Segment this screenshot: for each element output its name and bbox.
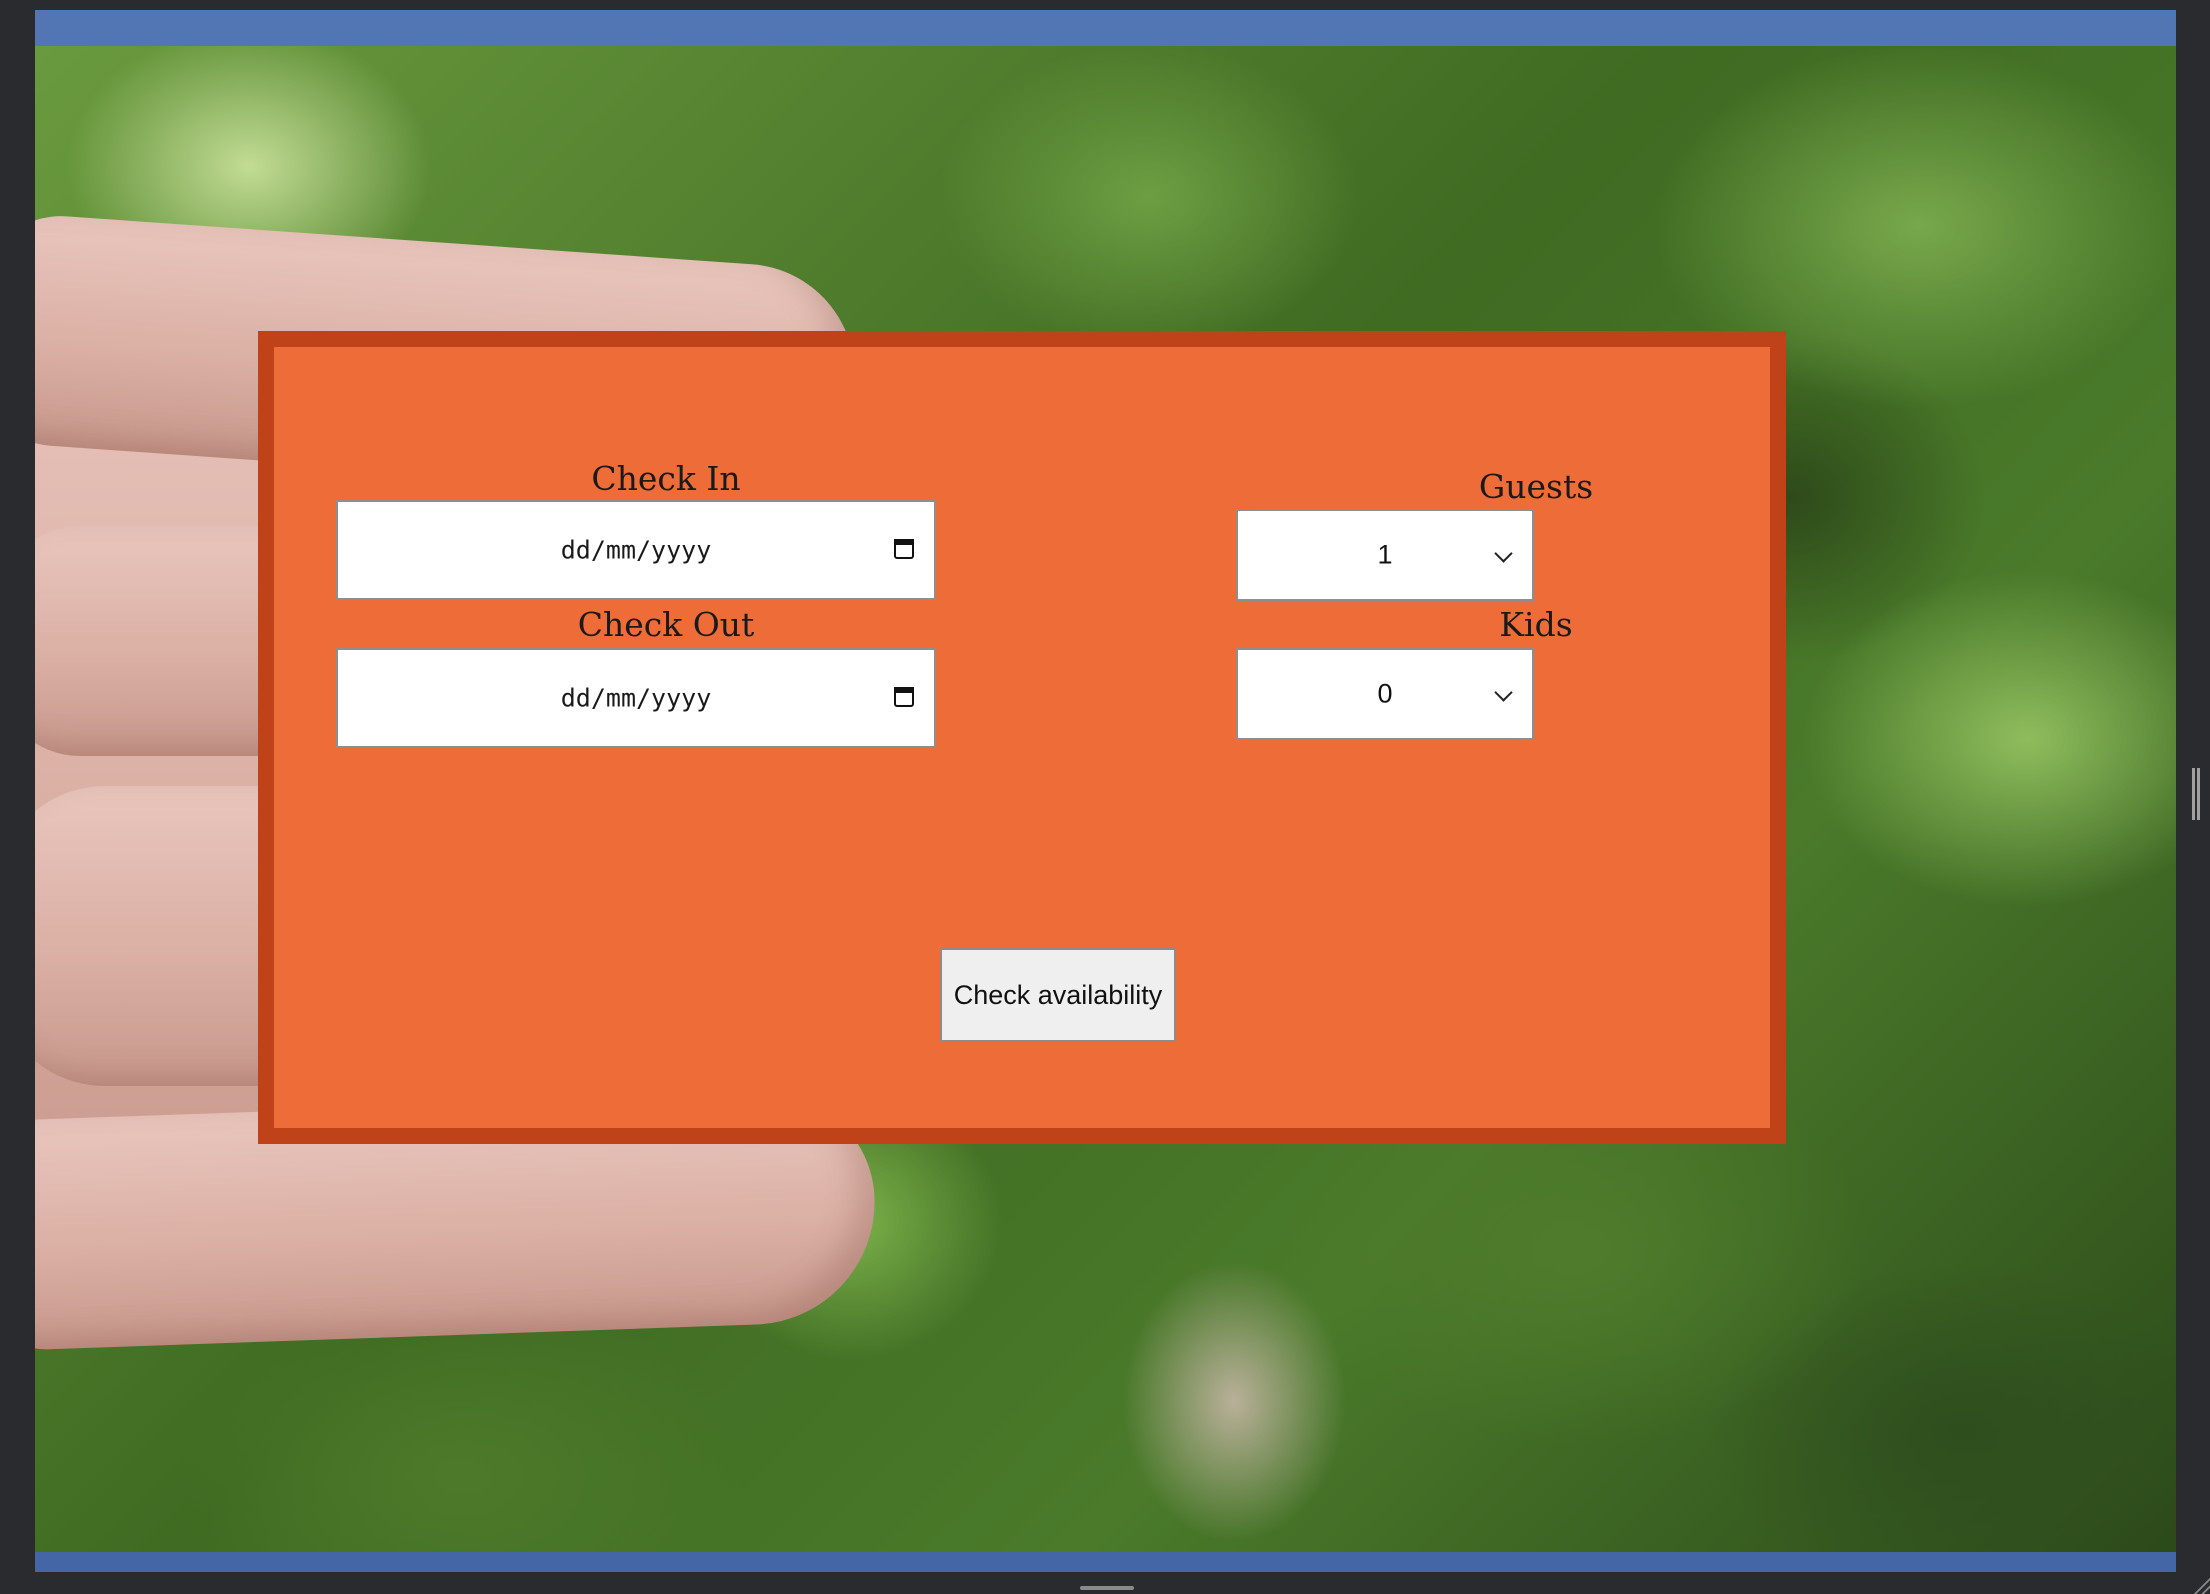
side-resize-handle[interactable]	[2192, 768, 2200, 820]
check-out-label: Check Out	[577, 605, 755, 644]
kids-label: Kids	[1499, 605, 1573, 644]
kids-select[interactable]: 0	[1236, 648, 1534, 740]
corner-resize-grip[interactable]	[2192, 1576, 2210, 1594]
guests-select[interactable]: 1	[1236, 509, 1534, 601]
calendar-icon[interactable]	[894, 539, 914, 559]
check-out-placeholder: dd/mm/yyyy	[560, 683, 712, 713]
check-out-date-input[interactable]: dd/mm/yyyy	[336, 648, 936, 748]
check-in-label: Check In	[591, 459, 741, 498]
bottom-resize-handle[interactable]	[1080, 1586, 1134, 1590]
kids-selected-value: 0	[1377, 678, 1393, 709]
top-bar	[35, 10, 2176, 46]
check-availability-button[interactable]: Check availability	[940, 948, 1176, 1042]
check-in-date-input[interactable]: dd/mm/yyyy	[336, 500, 936, 600]
bottom-bar	[35, 1552, 2176, 1572]
check-in-placeholder: dd/mm/yyyy	[560, 535, 712, 565]
guests-label: Guests	[1478, 467, 1594, 506]
calendar-icon[interactable]	[894, 687, 914, 707]
guests-selected-value: 1	[1377, 539, 1393, 570]
